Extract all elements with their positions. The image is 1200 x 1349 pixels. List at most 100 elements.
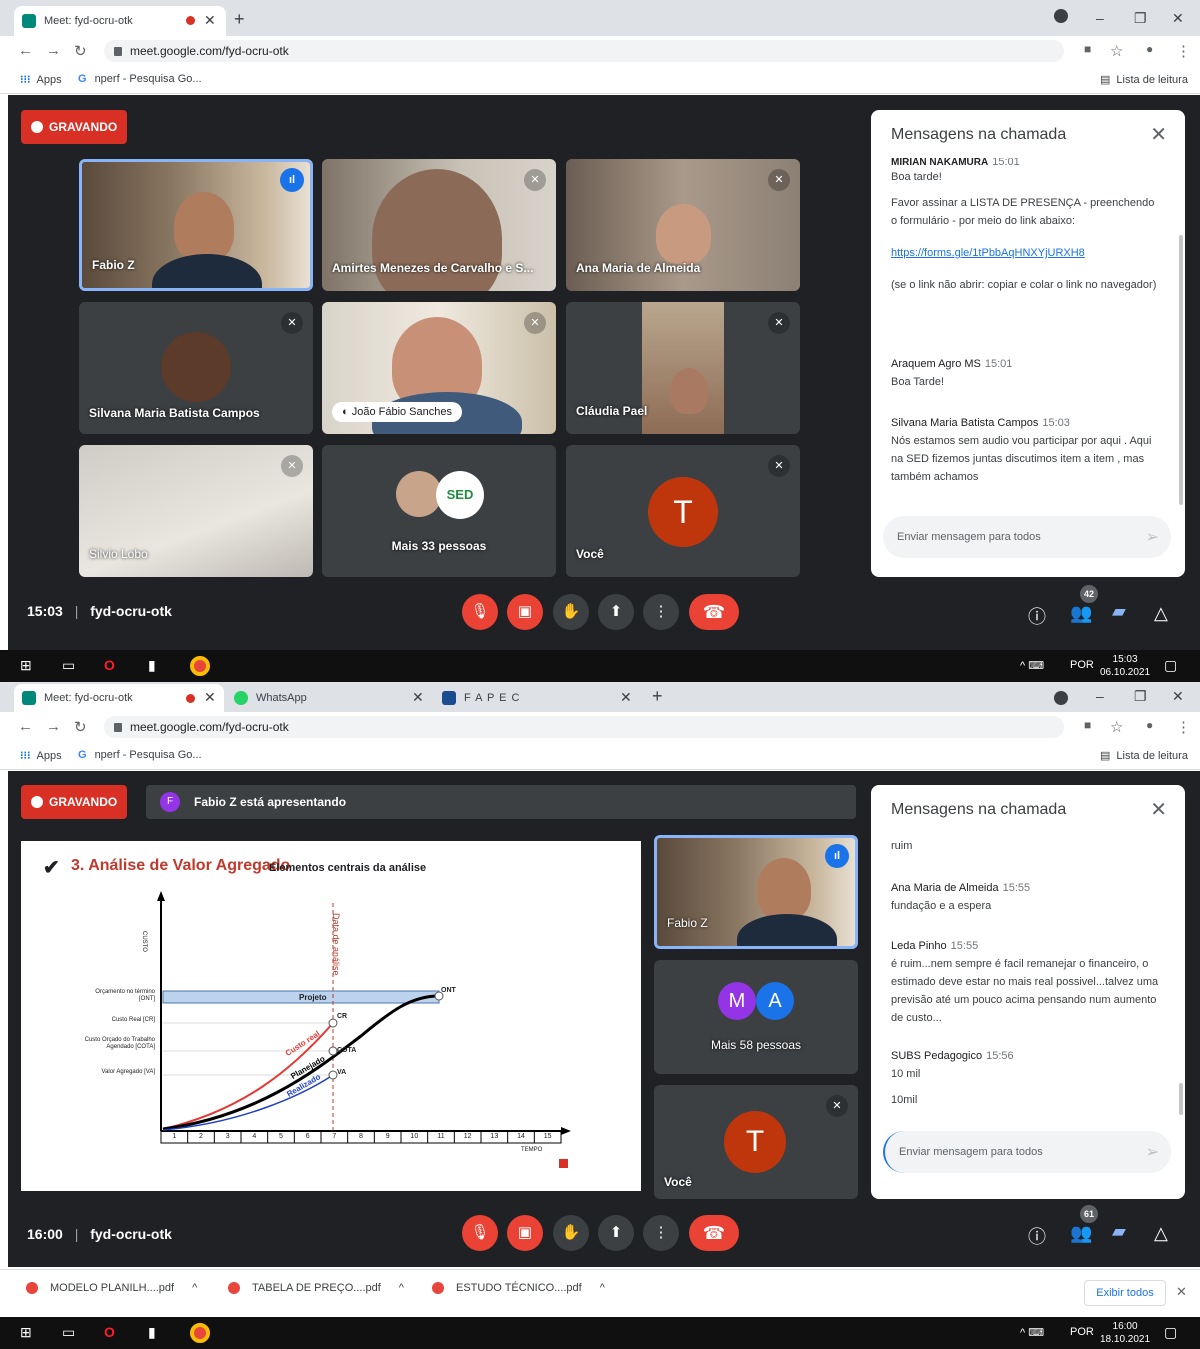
participant-tile[interactable]: ✕ Ana Maria de Almeida <box>566 159 800 291</box>
people-icon[interactable]: 👥 <box>1070 603 1092 624</box>
close-tab-icon[interactable]: ✕ <box>412 689 424 706</box>
raise-hand-button[interactable]: ✋ <box>553 594 589 630</box>
new-tab-button[interactable]: + <box>652 686 663 707</box>
task-view-icon[interactable]: ▭ <box>62 1324 75 1341</box>
participant-tile[interactable]: ✕ Cláudia Pael <box>566 302 800 434</box>
menu-icon[interactable]: ⋮ <box>1176 42 1191 60</box>
more-participants-tile[interactable]: M A Mais 58 pessoas <box>654 960 858 1074</box>
nperf-bookmark[interactable]: Gnperf - Pesquisa Go... <box>78 73 202 85</box>
profile-icon[interactable] <box>1054 691 1068 705</box>
close-chat-button[interactable]: ✕ <box>1150 122 1167 147</box>
nperf-bookmark[interactable]: Gnperf - Pesquisa Go... <box>78 749 202 761</box>
recording-indicator[interactable]: GRAVANDO <box>21 110 128 144</box>
windows-start-icon[interactable]: ⊞ <box>20 657 32 674</box>
more-participants-tile[interactable]: SED Mais 33 pessoas <box>322 445 556 577</box>
participant-tile[interactable]: ✕ Amirtes Menezes de Carvalho e S... <box>322 159 556 291</box>
camera-icon[interactable]: ■ <box>1084 42 1091 56</box>
menu-icon[interactable]: ⋮ <box>1176 718 1191 736</box>
tray-chevron-icon[interactable]: ^ ⌨ <box>1020 1326 1044 1339</box>
close-window-button[interactable]: ✕ <box>1172 10 1184 27</box>
self-tile[interactable]: T ✕ Você <box>654 1085 858 1199</box>
tab-fapec[interactable]: F A P E C ✕ <box>434 684 640 712</box>
reload-icon[interactable]: ↻ <box>74 718 87 736</box>
chevron-up-icon[interactable]: ^ <box>399 1282 404 1294</box>
language-indicator[interactable]: POR <box>1070 1326 1094 1338</box>
participant-tile[interactable]: ✕ Silvana Maria Batista Campos <box>79 302 313 434</box>
more-options-button[interactable]: ⋮ <box>643 1215 679 1251</box>
activities-icon[interactable]: △ <box>1154 603 1168 624</box>
apps-bookmark[interactable]: ⁝⁝⁝ Apps <box>20 73 62 87</box>
chat-scrollbar[interactable] <box>1179 1083 1183 1115</box>
chrome-icon[interactable] <box>190 1323 210 1343</box>
notifications-icon[interactable]: ▢ <box>1164 1324 1177 1341</box>
profile-icon[interactable] <box>1054 9 1068 23</box>
opera-icon[interactable]: O <box>104 1324 115 1340</box>
apps-bookmark[interactable]: ⁝⁝⁝ Apps <box>20 749 62 763</box>
back-icon[interactable]: ← <box>18 42 33 59</box>
chevron-up-icon[interactable]: ^ <box>600 1282 605 1294</box>
account-icon[interactable]: ● <box>1146 718 1153 732</box>
url-field[interactable]: meet.google.com/fyd-ocru-otk <box>104 716 1064 738</box>
close-tab-icon[interactable]: ✕ <box>620 689 632 706</box>
account-icon[interactable]: ● <box>1146 42 1153 56</box>
close-window-button[interactable]: ✕ <box>1172 688 1184 705</box>
chat-icon[interactable]: ▰ <box>1112 1221 1126 1242</box>
tab-meet[interactable]: Meet: fyd-ocru-otk ✕ <box>14 6 226 36</box>
download-item[interactable]: ESTUDO TÉCNICO....pdf ^ <box>432 1282 605 1294</box>
reload-icon[interactable]: ↻ <box>74 42 87 60</box>
tab-whatsapp[interactable]: WhatsApp ✕ <box>226 684 432 712</box>
chrome-icon[interactable] <box>190 656 210 676</box>
url-field[interactable]: meet.google.com/fyd-ocru-otk <box>104 40 1064 62</box>
task-view-icon[interactable]: ▭ <box>62 657 75 674</box>
participant-tile[interactable]: ıl Fabio Z <box>654 835 858 949</box>
download-item[interactable]: MODELO PLANILH....pdf ^ <box>26 1282 197 1294</box>
forward-icon[interactable]: → <box>46 42 61 59</box>
file-icon[interactable]: ▮ <box>148 657 156 674</box>
participant-tile[interactable]: ✕ Silvio Lobo <box>79 445 313 577</box>
show-all-downloads-button[interactable]: Exibir todos <box>1084 1280 1166 1306</box>
send-icon[interactable]: ➢ <box>1146 527 1159 547</box>
form-link[interactable]: https://forms.gle/1tPbbAqHNXYjURXH8 <box>891 247 1085 259</box>
tab-meet[interactable]: Meet: fyd-ocru-otk ✕ <box>14 684 224 712</box>
leave-call-button[interactable]: ☎ <box>689 594 739 630</box>
language-indicator[interactable]: POR <box>1070 659 1094 671</box>
star-icon[interactable]: ☆ <box>1110 718 1123 736</box>
mic-toggle-button[interactable]: 🎙 <box>462 594 498 630</box>
close-downloads-icon[interactable]: ✕ <box>1176 1284 1187 1300</box>
present-button[interactable]: ⬆ <box>598 594 634 630</box>
more-options-button[interactable]: ⋮ <box>643 594 679 630</box>
close-tab-icon[interactable]: ✕ <box>204 12 216 29</box>
close-tab-icon[interactable]: ✕ <box>204 689 216 706</box>
star-icon[interactable]: ☆ <box>1110 42 1123 60</box>
camera-icon[interactable]: ■ <box>1084 718 1091 732</box>
tray-chevron-icon[interactable]: ^ ⌨ <box>1020 659 1044 672</box>
restore-button[interactable]: ❐ <box>1134 10 1147 27</box>
present-button[interactable]: ⬆ <box>598 1215 634 1251</box>
reading-list[interactable]: ▤ Lista de leitura <box>1100 73 1188 87</box>
forward-icon[interactable]: → <box>46 718 61 735</box>
participant-tile[interactable]: ✕ ◐ João Fábio Sanches <box>322 302 556 434</box>
chat-input[interactable]: Enviar mensagem para todos ➢ <box>883 516 1171 558</box>
windows-start-icon[interactable]: ⊞ <box>20 1324 32 1341</box>
camera-toggle-button[interactable]: ▣ <box>507 594 543 630</box>
leave-call-button[interactable]: ☎ <box>689 1215 739 1251</box>
minimize-button[interactable]: – <box>1096 688 1104 704</box>
minimize-button[interactable]: – <box>1096 10 1104 26</box>
info-icon[interactable]: ⓘ <box>1028 1223 1046 1249</box>
camera-toggle-button[interactable]: ▣ <box>507 1215 543 1251</box>
recording-indicator[interactable]: GRAVANDO <box>21 785 128 819</box>
new-tab-button[interactable]: + <box>234 9 245 30</box>
participant-tile[interactable]: ıl Fabio Z <box>79 159 313 291</box>
self-tile[interactable]: T ✕ Você <box>566 445 800 577</box>
download-item[interactable]: TABELA DE PREÇO....pdf ^ <box>228 1282 404 1294</box>
system-clock[interactable]: 16:00 18.10.2021 <box>1100 1320 1150 1346</box>
raise-hand-button[interactable]: ✋ <box>553 1215 589 1251</box>
system-clock[interactable]: 15:03 06.10.2021 <box>1100 653 1150 679</box>
back-icon[interactable]: ← <box>18 718 33 735</box>
activities-icon[interactable]: △ <box>1154 1223 1168 1244</box>
reading-list[interactable]: ▤ Lista de leitura <box>1100 749 1188 763</box>
chat-input[interactable]: Enviar mensagem para todos ➢ <box>883 1131 1171 1173</box>
chat-icon[interactable]: ▰ <box>1112 601 1126 622</box>
opera-icon[interactable]: O <box>104 657 115 673</box>
file-icon[interactable]: ▮ <box>148 1324 156 1341</box>
